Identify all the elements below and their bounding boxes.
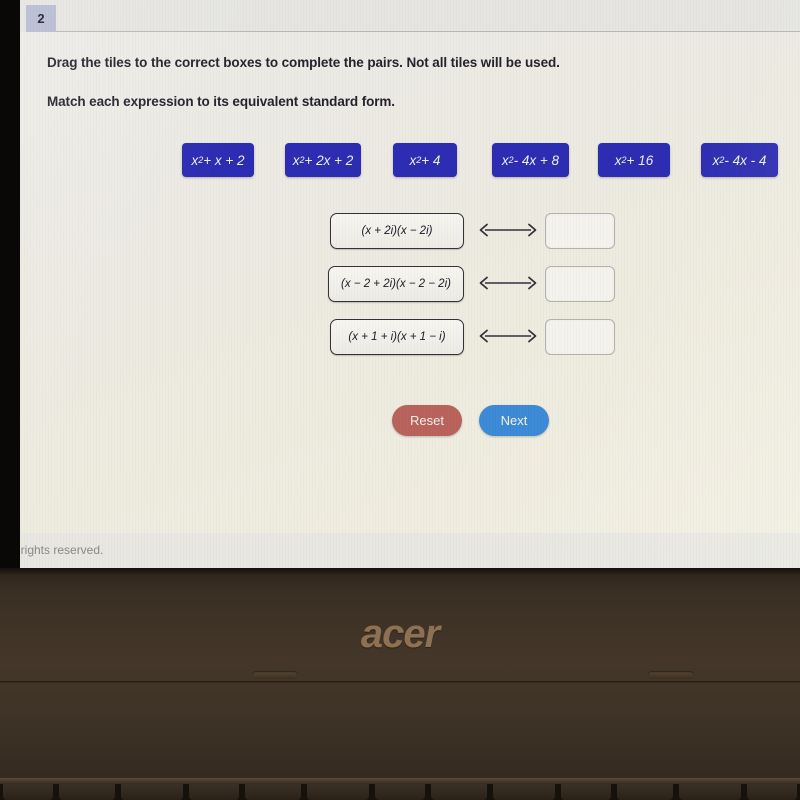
speaker-vent-right [648,671,694,679]
match-row-1: (x + 2i)(x − 2i) [330,213,620,251]
drop-target-1[interactable] [545,213,615,249]
keyboard-key [3,784,53,800]
question-tab-bar: 2 [20,0,800,32]
keyboard-key [561,784,611,800]
speaker-vent-left [252,671,298,679]
quiz-page: 2 Drag the tiles to the correct boxes to… [12,0,800,568]
action-button-row: Reset Next [20,405,800,437]
drop-target-2[interactable] [545,266,615,302]
tile-remainder: + 4 [421,152,441,168]
answer-tile-2[interactable]: x2 + 2x + 2 [285,143,361,177]
keyboard-key [493,784,555,800]
answer-tile-3[interactable]: x2 + 4 [393,143,457,177]
match-row-2: (x − 2 + 2i)(x − 2 − 2i) [328,266,620,304]
tile-remainder: + 2x + 2 [304,152,354,168]
keyboard-key [189,784,239,800]
copyright-text: ll rights reserved. [12,543,104,557]
answer-tile-5[interactable]: x2 + 16 [598,143,670,177]
tile-base: x [501,152,509,168]
laptop-screen: 2 Drag the tiles to the correct boxes to… [0,0,800,568]
answer-tile-1[interactable]: x2 + x + 2 [182,143,254,177]
tile-remainder: + 16 [626,152,654,168]
acer-brand-logo: acer [360,612,440,656]
keyboard-key [59,784,115,800]
laptop-body [0,568,800,800]
tile-base: x [614,152,622,168]
instruction-line-2: Match each expression to its equivalent … [47,94,395,109]
instruction-line-1: Drag the tiles to the correct boxes to c… [47,55,560,70]
keyboard-key [307,784,369,800]
keyboard-key [375,784,425,800]
tile-remainder: - 4x - 4 [724,152,767,168]
reset-button[interactable]: Reset [392,405,462,436]
laptop-deck-edge [0,681,800,684]
factored-expression-2[interactable]: (x − 2 + 2i)(x − 2 − 2i) [328,266,464,302]
double-arrow-icon [478,275,538,291]
factored-expression-1[interactable]: (x + 2i)(x − 2i) [330,213,464,249]
tile-remainder: - 4x + 8 [513,152,560,168]
keyboard-key [431,784,487,800]
next-button[interactable]: Next [479,405,549,436]
drop-target-3[interactable] [545,319,615,355]
match-rows: (x + 2i)(x − 2i) (x − 2 + 2i)(x − 2 − 2i)… [20,213,800,363]
answer-tile-4[interactable]: x2 - 4x + 8 [492,143,569,177]
tab-bar-divider [56,31,800,32]
factored-expression-3[interactable]: (x + 1 + i)(x + 1 − i) [330,319,464,355]
keyboard-key [679,784,741,800]
footer-band [20,533,800,568]
tile-remainder: + x + 2 [203,152,245,168]
answer-tile-6[interactable]: x2 - 4x - 4 [701,143,778,177]
double-arrow-icon [478,222,538,238]
keyboard-key [617,784,673,800]
keyboard-key [121,784,183,800]
keyboard-key [747,784,797,800]
laptop-hinge [0,568,800,574]
question-number-badge[interactable]: 2 [26,5,56,32]
screen-bezel-left [0,0,20,568]
match-row-3: (x + 1 + i)(x + 1 − i) [330,319,620,357]
keyboard-key [245,784,301,800]
keyboard-row [0,784,800,800]
answer-tile-tray: x2 + x + 2 x2 + 2x + 2 x2 + 4 x2 - 4x + 8 x2… [20,143,800,181]
double-arrow-icon [478,328,538,344]
